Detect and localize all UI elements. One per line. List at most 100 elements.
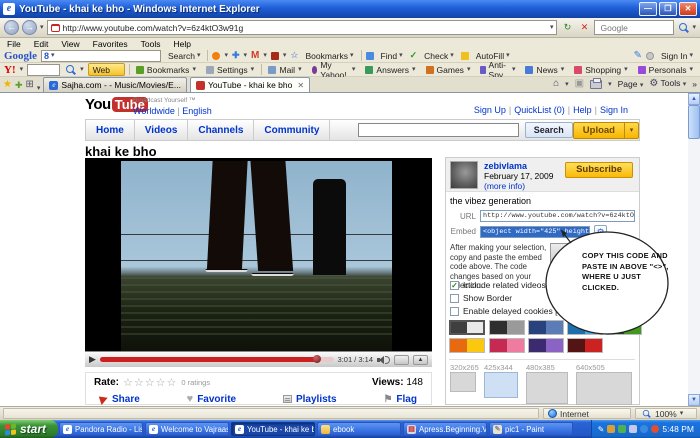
- rating-stars[interactable]: ☆☆☆☆☆: [123, 376, 177, 389]
- yahoo-web-search-button[interactable]: Web Search: [88, 63, 125, 76]
- play-button[interactable]: ▶: [89, 354, 96, 365]
- taskbar-item-youtube[interactable]: eYouTube - khai ke bh...: [231, 422, 315, 436]
- yahoo-my-yahoo-button[interactable]: My Yahoo!▾: [309, 64, 359, 76]
- quicklist-link[interactable]: QuickList (0): [514, 105, 565, 115]
- size-option-640[interactable]: [576, 372, 632, 405]
- menu-favorites[interactable]: Favorites: [93, 39, 128, 49]
- nav-channels[interactable]: Channels: [188, 120, 254, 140]
- refresh-button[interactable]: ↻: [560, 20, 574, 35]
- player-size-button[interactable]: [394, 355, 409, 365]
- tab-youtube[interactable]: YouTube - khai ke bho ✕: [190, 77, 310, 92]
- youtube-search-input[interactable]: [358, 123, 518, 137]
- tray-pen-icon[interactable]: ✎: [598, 425, 605, 434]
- toolbar-search-input[interactable]: [598, 22, 670, 34]
- google-search-input[interactable]: [57, 50, 172, 62]
- menu-file[interactable]: File: [7, 39, 21, 49]
- menu-view[interactable]: View: [61, 39, 79, 49]
- menu-edit[interactable]: Edit: [34, 39, 49, 49]
- tab-sajha[interactable]: e Sajha.com - - Music/Movies/E...: [43, 77, 187, 92]
- sign-in-link[interactable]: Sign In: [600, 105, 628, 115]
- history-dropdown-icon[interactable]: ▾: [40, 24, 44, 31]
- add-icon[interactable]: ✚: [232, 50, 240, 61]
- flag-button[interactable]: ⚑Flag: [383, 394, 417, 405]
- yahoo-search-input[interactable]: [27, 64, 60, 76]
- gmail-icon[interactable]: M: [251, 50, 259, 61]
- worldwide-link[interactable]: Worldwide: [133, 106, 175, 116]
- maximize-button[interactable]: ❒: [659, 2, 677, 16]
- print-icon[interactable]: [590, 80, 602, 89]
- tools-menu-button[interactable]: ⚙ Tools ▾: [649, 78, 686, 90]
- quick-tabs-icon[interactable]: ⊞: [26, 78, 34, 92]
- yahoo-anti-spy-button[interactable]: Anti-Spy▾: [477, 64, 518, 76]
- taskbar-item-paint[interactable]: ✎pic1 - Paint: [489, 422, 573, 436]
- google-find-button[interactable]: Find▾: [378, 50, 406, 62]
- size-option-480[interactable]: [526, 372, 568, 404]
- address-input[interactable]: [63, 22, 547, 34]
- stop-button[interactable]: ✕: [577, 20, 591, 35]
- menu-tools[interactable]: Tools: [141, 39, 161, 49]
- vertical-scrollbar[interactable]: ▲ ▼: [688, 93, 700, 406]
- chevron-down-icon[interactable]: ▾: [608, 81, 612, 88]
- minimize-button[interactable]: —: [639, 2, 657, 16]
- share-orb-icon[interactable]: [212, 52, 220, 60]
- seek-bar[interactable]: [100, 357, 334, 362]
- upload-button[interactable]: Upload: [573, 122, 625, 139]
- tray-icon[interactable]: [629, 425, 637, 433]
- google-search-button[interactable]: Search▾: [165, 50, 203, 62]
- address-dropdown-icon[interactable]: ▾: [550, 24, 554, 31]
- fullscreen-button[interactable]: ▲: [413, 355, 428, 365]
- chevron-down-icon[interactable]: ▾: [224, 52, 228, 59]
- taskbar-item-pandora[interactable]: ePandora Radio - Liste...: [59, 422, 143, 436]
- back-button[interactable]: ←: [4, 20, 19, 35]
- yahoo-settings-button[interactable]: Settings▾: [203, 64, 257, 76]
- nav-community[interactable]: Community: [254, 120, 330, 140]
- page-menu-button[interactable]: Page ▾: [618, 79, 644, 89]
- tab-close-icon[interactable]: ✕: [295, 81, 304, 90]
- scroll-down-icon[interactable]: ▼: [688, 394, 700, 406]
- google-sign-in-button[interactable]: Sign In▾: [658, 50, 696, 62]
- google-check-button[interactable]: Check▾: [421, 50, 457, 62]
- share-button[interactable]: Share: [100, 394, 140, 405]
- chevron-down-icon[interactable]: ▾: [20, 66, 24, 73]
- video-player[interactable]: ▶ 3:01 / 3:14 ▲: [85, 158, 432, 367]
- yahoo-bookmarks-button[interactable]: Bookmarks▾: [133, 64, 199, 76]
- yahoo-mail-button[interactable]: Mail▾: [265, 64, 304, 76]
- search-icon[interactable]: [677, 21, 689, 34]
- yahoo-games-button[interactable]: Games▾: [423, 64, 474, 76]
- home-icon[interactable]: ⌂: [553, 78, 559, 90]
- zoom-panel[interactable]: 100% ▾: [635, 408, 697, 419]
- youtube-search-button[interactable]: Search: [525, 122, 573, 138]
- scrollbar-thumb[interactable]: [688, 105, 700, 139]
- zoom-dropdown-icon[interactable]: ▾: [680, 410, 684, 417]
- taskbar-item-ebook[interactable]: ebook: [317, 422, 401, 436]
- chevron-down-icon[interactable]: ▾: [283, 52, 287, 59]
- chevron-down-icon[interactable]: ▾: [80, 66, 84, 73]
- yahoo-answers-button[interactable]: Answers▾: [362, 64, 418, 76]
- playlists-button[interactable]: Playlists: [283, 394, 337, 405]
- chevron-down-icon[interactable]: ▾: [244, 52, 248, 59]
- toolbar-overflow-icon[interactable]: »: [692, 79, 697, 89]
- search-provider-dropdown-icon[interactable]: ▾: [692, 24, 696, 31]
- size-option-320[interactable]: [450, 372, 476, 392]
- tray-icon[interactable]: [618, 425, 626, 433]
- scroll-up-icon[interactable]: ▲: [688, 93, 700, 105]
- tray-icon[interactable]: [651, 425, 659, 433]
- help-link[interactable]: Help: [573, 105, 592, 115]
- taskbar-item-vajra[interactable]: eWelcome to Vajraasy...: [145, 422, 229, 436]
- sign-up-link[interactable]: Sign Up: [474, 105, 506, 115]
- volume-icon[interactable]: [377, 355, 390, 365]
- forward-button[interactable]: →: [22, 20, 37, 35]
- tray-icon[interactable]: [607, 425, 615, 433]
- tab-list-dropdown-icon[interactable]: ▾: [37, 85, 41, 92]
- tray-icon[interactable]: [640, 425, 648, 433]
- search-icon[interactable]: [64, 63, 76, 76]
- favorites-center-icon[interactable]: ★: [3, 78, 12, 92]
- seek-handle[interactable]: [313, 355, 321, 363]
- size-option-425[interactable]: [484, 372, 518, 398]
- upload-dropdown-icon[interactable]: ▾: [625, 122, 639, 139]
- start-button[interactable]: start: [0, 420, 58, 438]
- english-link[interactable]: English: [182, 106, 212, 116]
- chevron-down-icon[interactable]: ▾: [51, 52, 55, 59]
- nav-home[interactable]: Home: [86, 120, 135, 140]
- chevron-down-icon[interactable]: ▾: [565, 81, 569, 88]
